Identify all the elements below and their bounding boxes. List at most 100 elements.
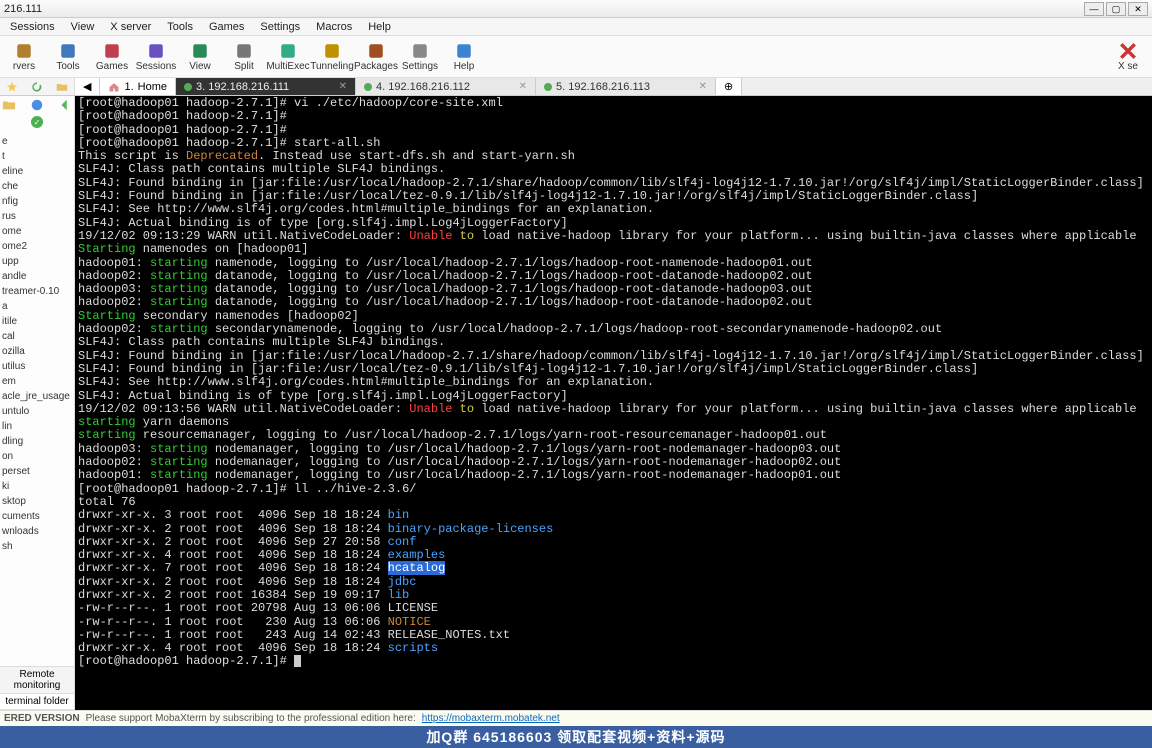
terminal-line: SLF4J: Actual binding is of type [org.sl… <box>78 217 1149 230</box>
tree-item[interactable]: acle_jre_usage <box>0 389 74 404</box>
tab-session-192-168-216-113[interactable]: 5. 192.168.216.113✕ <box>536 78 716 95</box>
file-tree[interactable]: etelinechenfigrusomeome2uppandletreamer-… <box>0 132 74 666</box>
tool-view[interactable]: View <box>178 37 222 77</box>
tree-item[interactable]: treamer-0.10 <box>0 284 74 299</box>
tool-games[interactable]: Games <box>90 37 134 77</box>
menu-macros[interactable]: Macros <box>308 19 360 35</box>
star-icon[interactable] <box>6 81 18 93</box>
tab-close-icon[interactable]: ✕ <box>519 81 527 92</box>
tree-item[interactable]: t <box>0 149 74 164</box>
tree-item[interactable]: rus <box>0 209 74 224</box>
terminal-line: starting resourcemanager, logging to /us… <box>78 429 1149 442</box>
tree-item[interactable]: upp <box>0 254 74 269</box>
tree-item[interactable]: on <box>0 449 74 464</box>
work-area: ✓ etelinechenfigrusomeome2uppandletreame… <box>0 96 1152 710</box>
tools-icon <box>59 42 77 60</box>
terminal-line: drwxr-xr-x. 2 root root 4096 Sep 18 18:2… <box>78 523 1149 536</box>
tree-item[interactable]: untulo <box>0 404 74 419</box>
terminal[interactable]: [root@hadoop01 hadoop-2.7.1]# vi ./etc/h… <box>75 96 1152 710</box>
terminal-line: hadoop02: starting secondarynamenode, lo… <box>78 323 1149 336</box>
globe-icon[interactable] <box>30 98 44 112</box>
minimize-button[interactable]: — <box>1084 2 1104 16</box>
terminal-line: hadoop01: starting nodemanager, logging … <box>78 469 1149 482</box>
menu-help[interactable]: Help <box>360 19 399 35</box>
tree-item[interactable]: perset <box>0 464 74 479</box>
view-icon <box>191 42 209 60</box>
terminal-line: -rw-r--r--. 1 root root 230 Aug 13 06:06… <box>78 616 1149 629</box>
title-bar: 216.111 — ▢ ✕ <box>0 0 1152 18</box>
home-icon <box>108 81 120 93</box>
tree-item[interactable]: dling <box>0 434 74 449</box>
tree-item[interactable]: cuments <box>0 509 74 524</box>
tree-item[interactable]: nfig <box>0 194 74 209</box>
tree-item[interactable]: andle <box>0 269 74 284</box>
tree-item[interactable]: e <box>0 134 74 149</box>
window-title: 216.111 <box>4 3 1084 15</box>
menu-settings[interactable]: Settings <box>252 19 308 35</box>
games-icon <box>103 42 121 60</box>
menu-sessions[interactable]: Sessions <box>2 19 63 35</box>
terminal-folder-toggle[interactable]: terminal folder <box>0 694 74 710</box>
refresh-icon[interactable] <box>31 81 43 93</box>
menu-tools[interactable]: Tools <box>159 19 201 35</box>
terminal-line: [root@hadoop01 hadoop-2.7.1]# <box>78 124 1149 137</box>
close-button[interactable]: ✕ <box>1128 2 1148 16</box>
terminal-line: drwxr-xr-x. 4 root root 4096 Sep 18 18:2… <box>78 642 1149 655</box>
tool-xserver[interactable]: X se <box>1106 37 1150 77</box>
cursor <box>294 655 301 667</box>
terminal-line: Starting namenodes on [hadoop01] <box>78 243 1149 256</box>
tool-tunneling[interactable]: Tunneling <box>310 37 354 77</box>
tab-session-192-168-216-111[interactable]: 3. 192.168.216.111✕ <box>176 78 356 95</box>
back-icon[interactable] <box>58 98 72 112</box>
tool-settings[interactable]: Settings <box>398 37 442 77</box>
settings-icon <box>411 42 429 60</box>
folder-up-icon[interactable] <box>2 98 16 112</box>
tree-item[interactable]: em <box>0 374 74 389</box>
folder-icon[interactable] <box>56 81 68 93</box>
tab-session-192-168-216-112[interactable]: 4. 192.168.216.112✕ <box>356 78 536 95</box>
tree-item[interactable]: sktop <box>0 494 74 509</box>
remote-monitoring-label[interactable]: Remote monitoring <box>0 667 74 694</box>
terminal-line: hadoop02: starting datanode, logging to … <box>78 270 1149 283</box>
tree-item[interactable]: ome2 <box>0 239 74 254</box>
menu-view[interactable]: View <box>63 19 103 35</box>
terminal-line: hadoop02: starting datanode, logging to … <box>78 296 1149 309</box>
tree-item[interactable]: wnloads <box>0 524 74 539</box>
packages-icon <box>367 42 385 60</box>
tree-item[interactable]: ome <box>0 224 74 239</box>
tool-tools[interactable]: Tools <box>46 37 90 77</box>
tab-close-icon[interactable]: ✕ <box>339 81 347 92</box>
tab-nav-left[interactable]: ◀ <box>75 78 100 95</box>
status-link[interactable]: https://mobaxterm.mobatek.net <box>422 713 560 724</box>
terminal-line: hadoop01: starting namenode, logging to … <box>78 257 1149 270</box>
tree-item[interactable]: utilus <box>0 359 74 374</box>
tree-item[interactable]: lin <box>0 419 74 434</box>
terminal-line: total 76 <box>78 496 1149 509</box>
tool-help[interactable]: Help <box>442 37 486 77</box>
tab-add[interactable]: ⊕ <box>716 78 742 95</box>
terminal-line: SLF4J: Found binding in [jar:file:/usr/l… <box>78 190 1149 203</box>
tool-rvers[interactable]: rvers <box>2 37 46 77</box>
menu-games[interactable]: Games <box>201 19 252 35</box>
tree-item[interactable]: che <box>0 179 74 194</box>
terminal-line: [root@hadoop01 hadoop-2.7.1]# <box>78 110 1149 123</box>
tool-multiexec[interactable]: MultiExec <box>266 37 310 77</box>
tree-item[interactable]: a <box>0 299 74 314</box>
tool-sessions[interactable]: Sessions <box>134 37 178 77</box>
tool-split[interactable]: Split <box>222 37 266 77</box>
tab-close-icon[interactable]: ✕ <box>699 81 707 92</box>
sessions-icon <box>147 42 165 60</box>
tree-item[interactable]: ozilla <box>0 344 74 359</box>
tree-item[interactable]: sh <box>0 539 74 554</box>
tab-home[interactable]: 1. Home <box>100 78 176 95</box>
menu-x-server[interactable]: X server <box>102 19 159 35</box>
tree-item[interactable]: itile <box>0 314 74 329</box>
maximize-button[interactable]: ▢ <box>1106 2 1126 16</box>
status-bar: ERED VERSION Please support MobaXterm by… <box>0 710 1152 726</box>
tree-item[interactable]: ki <box>0 479 74 494</box>
tool-packages[interactable]: Packages <box>354 37 398 77</box>
tree-item[interactable]: eline <box>0 164 74 179</box>
xserver-icon <box>1119 42 1137 60</box>
terminal-line: SLF4J: Actual binding is of type [org.sl… <box>78 390 1149 403</box>
tree-item[interactable]: cal <box>0 329 74 344</box>
